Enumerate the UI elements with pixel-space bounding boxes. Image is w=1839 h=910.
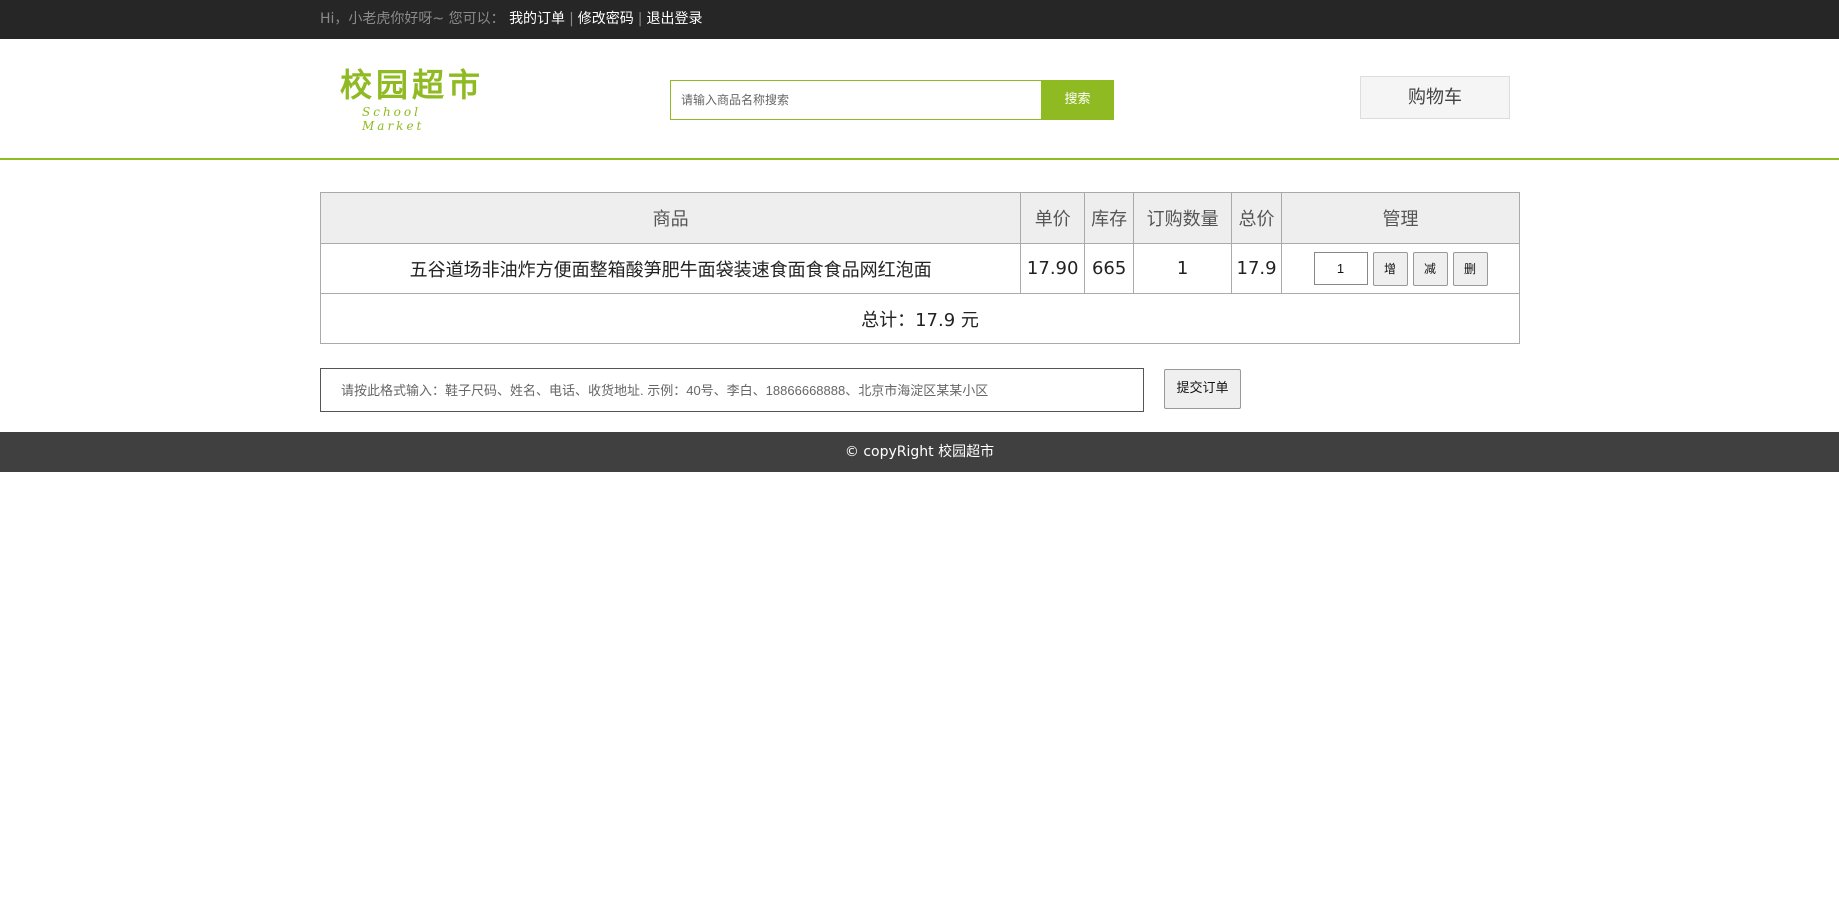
decrease-button[interactable]: 减: [1412, 251, 1448, 286]
delete-button[interactable]: 删: [1452, 251, 1488, 286]
logo[interactable]: 校园超市 School Market: [340, 67, 490, 133]
stock: 665: [1084, 243, 1135, 294]
greeting-text: Hi，小老虎你好呀~ 您可以：: [320, 11, 505, 27]
footer: © copyRight 校园超市: [0, 432, 1839, 472]
copyright-text: © copyRight 校园超市: [844, 444, 995, 460]
my-orders-link[interactable]: 我的订单: [509, 11, 565, 27]
column-header-manage: 管理: [1281, 192, 1520, 244]
search-button[interactable]: 搜索: [1041, 80, 1114, 120]
row-total: 17.9: [1231, 243, 1283, 294]
quantity: 1: [1133, 243, 1233, 294]
order-info-input[interactable]: [320, 368, 1144, 412]
divider: |: [637, 11, 643, 27]
manage-cell: 增 减 删: [1281, 243, 1520, 294]
logo-subtitle: School Market: [362, 105, 425, 133]
unit-price: 17.90: [1020, 243, 1086, 294]
table-row: 五谷道场非油炸方便面整箱酸笋肥牛面袋装速食面食食品网红泡面 17.90 665 …: [319, 243, 1520, 294]
column-header-stock: 库存: [1084, 192, 1135, 244]
quantity-input[interactable]: [1313, 252, 1368, 285]
divider: |: [569, 11, 574, 27]
product-name: 五谷道场非油炸方便面整箱酸笋肥牛面袋装速食面食食品网红泡面: [319, 243, 1022, 294]
column-header-quantity: 订购数量: [1133, 192, 1233, 244]
column-header-product: 商品: [319, 192, 1022, 244]
column-header-total: 总价: [1231, 192, 1283, 244]
table-header-row: 商品 单价 库存 订购数量 总价 管理: [319, 192, 1520, 244]
submit-order-button[interactable]: 提交订单: [1164, 369, 1241, 409]
top-bar-content: Hi，小老虎你好呀~ 您可以： 我的订单 | 修改密码 | 退出登录: [320, 0, 703, 39]
change-password-link[interactable]: 修改密码: [578, 11, 634, 27]
column-header-unit-price: 单价: [1020, 192, 1086, 244]
summary-row: 总计：17.9 元: [320, 293, 1520, 344]
header: 校园超市 School Market 搜索 购物车: [0, 39, 1839, 160]
cart-button[interactable]: 购物车: [1360, 76, 1510, 119]
logo-title: 校园超市: [340, 66, 485, 104]
manage-controls: 增 减 删: [1313, 251, 1488, 286]
search-bar: 搜索: [670, 80, 1114, 120]
search-input[interactable]: [670, 80, 1042, 120]
top-bar: Hi，小老虎你好呀~ 您可以： 我的订单 | 修改密码 | 退出登录: [0, 0, 1839, 39]
increase-button[interactable]: 增: [1372, 251, 1408, 286]
cart-table: 商品 单价 库存 订购数量 总价 管理 五谷道场非油炸方便面整箱酸笋肥牛面袋装速…: [319, 192, 1520, 344]
logout-link[interactable]: 退出登录: [647, 11, 703, 27]
cart-summary: 总计：17.9 元: [320, 293, 1520, 344]
